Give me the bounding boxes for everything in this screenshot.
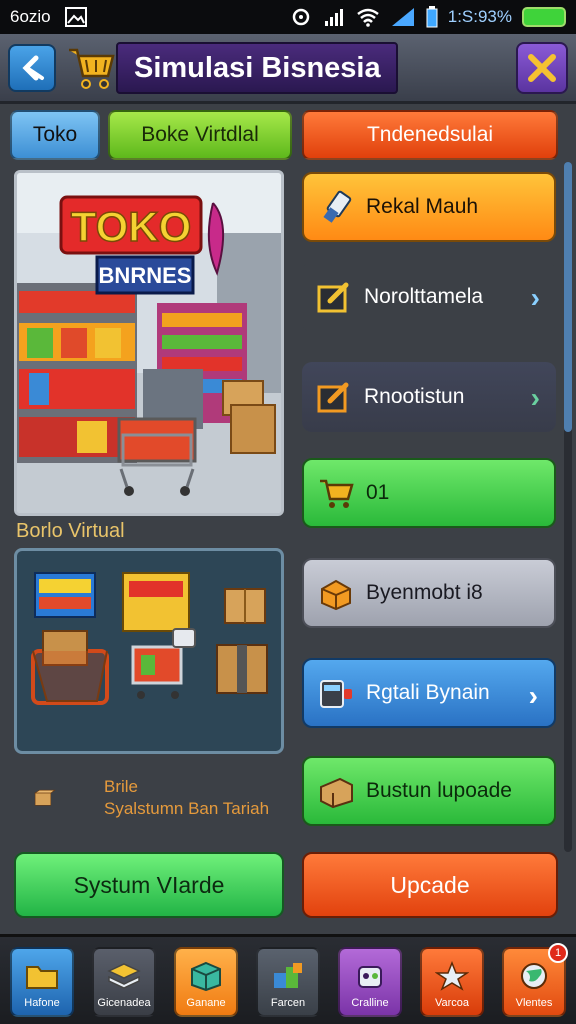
nav-item-vlentes[interactable]: Vlentes 1 xyxy=(502,943,568,1017)
bottom-nav: Hafone Gicenadea Ganane Farcen Cralline xyxy=(0,934,576,1024)
crate-icon xyxy=(34,789,56,806)
tab-tren[interactable]: Tndenedsulai xyxy=(302,110,558,160)
nav-item-farcen[interactable]: Farcen xyxy=(256,947,320,1017)
sync-icon xyxy=(292,8,309,26)
package-box-icon xyxy=(321,579,351,611)
battery-icon xyxy=(522,7,566,27)
nav-label: Cralline xyxy=(351,997,389,1009)
globe-icon xyxy=(521,963,547,989)
menu-item-byenmobt[interactable]: Byenmobt i8 xyxy=(302,558,556,628)
nav-label: Hafone xyxy=(24,997,60,1009)
menu-item-label: Rnootistun xyxy=(364,385,465,408)
menu-item-rnootistun[interactable]: Rnootistun › xyxy=(302,362,556,432)
store-illustration: TOKO BNRNES xyxy=(17,173,281,513)
cart-items-icon xyxy=(131,628,196,699)
upgrade-button[interactable]: Upcade xyxy=(302,852,558,918)
scrollbar-thumb[interactable] xyxy=(564,162,572,432)
menu-item-label: Norolttamela xyxy=(364,285,484,308)
nav-item-ganane[interactable]: Ganane xyxy=(174,947,238,1017)
folder-icon xyxy=(26,966,58,989)
chevron-right-icon: › xyxy=(528,680,538,711)
crate-note-text: Brile Syalstumn Ban Tariah xyxy=(104,776,269,820)
store-image: TOKO BNRNES xyxy=(14,170,284,516)
product-box-icon xyxy=(122,572,190,632)
time-text: 1:S:93% xyxy=(447,7,512,26)
items-illustration xyxy=(31,572,268,705)
battery-small-icon xyxy=(426,6,438,28)
status-bar: 6ozio 1:S:93% xyxy=(0,0,576,34)
items-panel xyxy=(14,548,284,754)
basket-icon xyxy=(31,630,109,705)
signal-icon xyxy=(324,9,343,26)
menu-item-label: Rekal Mauh xyxy=(366,195,479,218)
edit-pencil-icon xyxy=(317,282,349,313)
nav-label: Varcoa xyxy=(434,997,470,1009)
virtual-label: Borlo Virtual xyxy=(16,520,125,542)
cash-register-icon xyxy=(320,680,352,708)
menu-item-rekal-mauh[interactable]: Rekal Mauh xyxy=(302,172,556,242)
nav-label: Farcen xyxy=(270,997,306,1009)
shopping-cart-icon xyxy=(320,479,354,508)
menu-item-label: Rgtali Bynain xyxy=(366,681,490,704)
chevron-right-icon: › xyxy=(530,382,540,413)
nav-label: Ganane xyxy=(186,997,226,1009)
cube-icon xyxy=(191,961,221,991)
menu-item-label: 01 xyxy=(366,481,390,504)
cardboard-box-icon xyxy=(320,777,353,809)
tab-toko[interactable]: Toko xyxy=(10,110,100,160)
store-sign-main: TOKO xyxy=(71,203,192,250)
close-button[interactable] xyxy=(516,42,568,94)
robot-icon xyxy=(358,966,382,988)
nav-item-gicenadea[interactable]: Gicenadea xyxy=(92,947,156,1017)
page-title: Simulasi Bisnesia xyxy=(116,42,398,94)
nav-label: Vlentes xyxy=(515,997,553,1009)
menu-item-label: Bustun lupoade xyxy=(366,779,512,802)
back-arrow-icon xyxy=(22,55,44,81)
system-button[interactable]: Systum VIarde xyxy=(14,852,284,918)
small-box-icon xyxy=(224,588,266,624)
menu-item-bustun-lupoade[interactable]: Bustun lupoade xyxy=(302,756,556,826)
edit-pencil-icon xyxy=(317,382,349,413)
image-icon xyxy=(64,7,87,27)
tab-bisnis-virtual[interactable]: Boke Virtdlal xyxy=(108,110,292,160)
nav-item-varcoa[interactable]: Varcoa xyxy=(420,947,484,1017)
nav-item-cralline[interactable]: Cralline xyxy=(338,947,402,1017)
scrollbar[interactable] xyxy=(564,162,572,852)
blocks-icon xyxy=(274,963,302,988)
menu-item-cart-count[interactable]: 01 xyxy=(302,458,556,528)
store-sign-sub: BNRNES xyxy=(99,263,192,288)
back-button[interactable] xyxy=(8,44,56,92)
layers-stack-icon xyxy=(107,963,141,989)
notification-badge: 1 xyxy=(548,943,568,963)
parcel-icon xyxy=(216,644,268,694)
menu-item-norolttamela[interactable]: Norolttamela › xyxy=(302,262,556,332)
usb-stick-icon xyxy=(323,190,352,223)
app-header: Simulasi Bisnesia xyxy=(0,34,576,104)
crate-note-line1: Brile xyxy=(104,777,139,796)
chevron-right-icon: › xyxy=(530,282,540,313)
cell-signal-icon xyxy=(391,8,414,26)
menu-item-rgtali-bynain[interactable]: Rgtali Bynain › xyxy=(302,658,556,728)
menu-item-label: Byenmobt i8 xyxy=(366,581,483,604)
shopping-cart-icon xyxy=(69,48,115,89)
cereal-box-icon xyxy=(34,572,96,618)
nav-item-hafone[interactable]: Hafone xyxy=(10,947,74,1017)
close-x-icon xyxy=(528,54,556,82)
carrier-text: 6ozio xyxy=(10,7,51,26)
wifi-icon xyxy=(356,8,379,27)
crate-note-line2: Syalstumn Ban Tariah xyxy=(104,799,270,818)
star-icon xyxy=(435,961,469,991)
nav-label: Gicenadea xyxy=(97,997,151,1009)
